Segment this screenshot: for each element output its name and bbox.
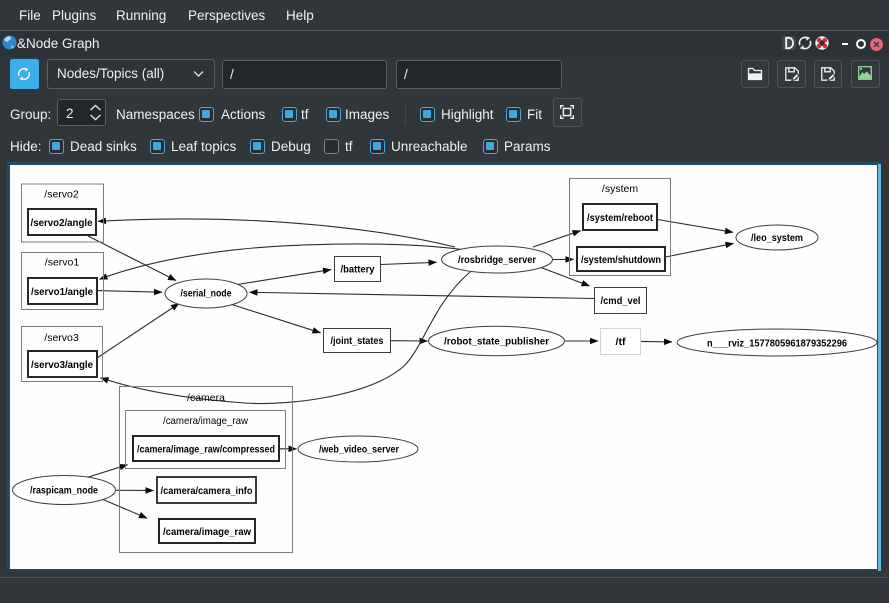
svg-text:/camera/image_raw: /camera/image_raw [163,526,252,538]
svg-text:/battery: /battery [341,264,375,276]
svg-text:/rosbridge_server: /rosbridge_server [458,254,536,266]
svg-text:/servo2: /servo2 [44,189,79,201]
svg-text:/raspicam_node: /raspicam_node [30,485,98,497]
svg-text:/web_video_server: /web_video_server [319,444,399,456]
svg-text:/camera/image_raw: /camera/image_raw [163,415,248,427]
svg-text:/servo3/angle: /servo3/angle [31,359,93,371]
svg-text:/camera/camera_info: /camera/camera_info [161,485,253,497]
svg-text:/serial_node: /serial_node [181,287,232,299]
svg-text:/tf: /tf [616,336,626,348]
svg-text:/system: /system [602,183,638,195]
svg-text:/camera: /camera [187,392,225,404]
svg-text:/system/shutdown: /system/shutdown [581,254,661,266]
svg-text:/servo2/angle: /servo2/angle [31,217,93,229]
svg-text:/servo1/angle: /servo1/angle [31,286,93,298]
svg-text:/joint_states: /joint_states [331,335,384,347]
svg-text:n___rviz_1577805961879352296: n___rviz_1577805961879352296 [707,338,847,350]
svg-text:/robot_state_publisher: /robot_state_publisher [444,336,549,348]
svg-text:/system/reboot: /system/reboot [587,212,653,224]
svg-text:/servo1: /servo1 [45,257,80,269]
svg-text:/cmd_vel: /cmd_vel [601,295,641,307]
svg-text:/camera/image_raw/compressed: /camera/image_raw/compressed [137,444,275,456]
svg-text:/leo_system: /leo_system [751,232,803,244]
svg-text:/servo3: /servo3 [44,332,79,344]
